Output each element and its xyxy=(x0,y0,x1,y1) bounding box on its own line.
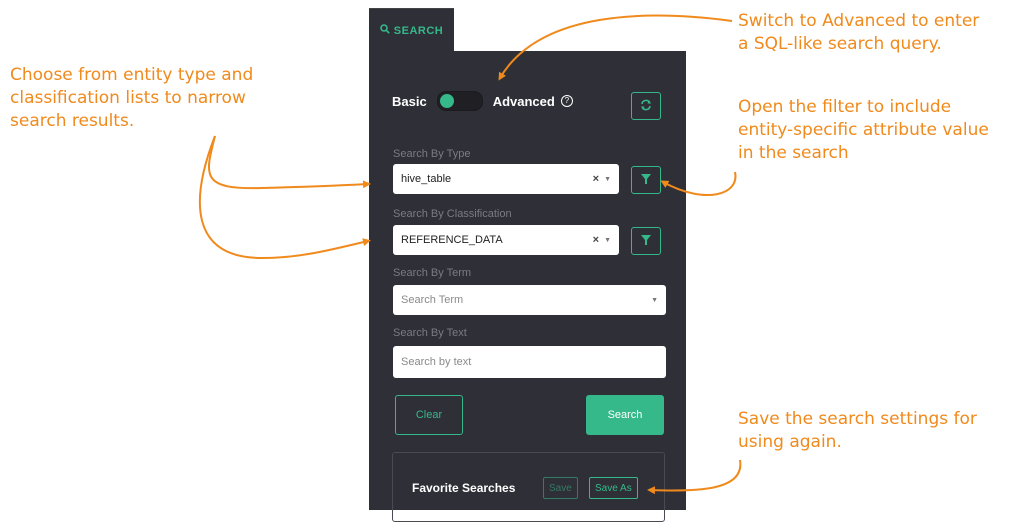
type-select[interactable]: hive_table × ▼ xyxy=(393,164,619,194)
annotation-line: search results. xyxy=(10,111,135,131)
mode-toggle-row: Basic Advanced ? xyxy=(392,91,573,111)
type-filter-button[interactable] xyxy=(631,166,661,194)
search-by-type-label: Search By Type xyxy=(393,148,471,160)
filter-icon xyxy=(641,232,651,250)
annotation-line: classification lists to narrow xyxy=(10,88,246,108)
basic-advanced-switch[interactable] xyxy=(436,91,483,111)
filter-icon xyxy=(641,171,651,189)
refresh-button[interactable] xyxy=(631,92,661,120)
annotation-line: Open the filter to include xyxy=(738,97,952,117)
annotation-line: in the search xyxy=(738,143,849,163)
annotation-line: Save the search settings for xyxy=(738,409,977,429)
help-icon[interactable]: ? xyxy=(560,95,573,107)
save-button[interactable]: Save xyxy=(543,477,578,499)
term-placeholder: Search Term xyxy=(401,294,464,306)
classification-select[interactable]: REFERENCE_DATA × ▼ xyxy=(393,225,619,255)
annotation-advanced: Switch to Advanced to enter a SQL-like s… xyxy=(738,10,979,56)
chevron-down-icon[interactable]: ▼ xyxy=(604,176,611,183)
advanced-label: Advanced xyxy=(492,93,555,109)
clear-button[interactable]: Clear xyxy=(395,395,463,435)
annotation-entity-lists: Choose from entity type and classificati… xyxy=(10,64,253,133)
term-select[interactable]: Search Term ▼ xyxy=(393,285,666,315)
basic-label: Basic xyxy=(392,93,427,109)
clear-classification-icon[interactable]: × xyxy=(593,234,599,246)
chevron-down-icon[interactable]: ▼ xyxy=(604,237,611,244)
annotation-line: entity-specific attribute value xyxy=(738,120,989,140)
search-by-term-label: Search By Term xyxy=(393,267,472,279)
save-as-button[interactable]: Save As xyxy=(589,477,638,499)
switch-knob xyxy=(439,94,454,108)
search-text-input[interactable] xyxy=(393,346,666,378)
classification-filter-button[interactable] xyxy=(631,227,661,255)
annotation-line: Choose from entity type and xyxy=(10,65,254,85)
favorite-searches-title: Favorite Searches xyxy=(412,481,516,495)
search-by-text-label: Search By Text xyxy=(393,327,467,339)
search-button[interactable]: Search xyxy=(586,395,664,435)
search-panel: Basic Advanced ? Search By Type hive_tab… xyxy=(369,51,686,522)
tab-label: SEARCH xyxy=(393,24,444,37)
refresh-icon xyxy=(640,99,652,114)
annotation-line: using again. xyxy=(738,432,842,452)
search-icon xyxy=(379,24,390,37)
annotation-save: Save the search settings for using again… xyxy=(738,408,977,454)
tab-search[interactable]: SEARCH xyxy=(369,8,454,52)
type-value: hive_table xyxy=(401,173,452,185)
annotation-filter: Open the filter to include entity-specif… xyxy=(738,96,989,165)
chevron-down-icon[interactable]: ▼ xyxy=(651,297,658,304)
favorite-searches-box: Favorite Searches Save Save As xyxy=(392,452,665,522)
search-by-classification-label: Search By Classification xyxy=(393,208,512,220)
clear-type-icon[interactable]: × xyxy=(593,173,599,185)
annotation-line: a SQL-like search query. xyxy=(738,34,942,54)
annotation-line: Switch to Advanced to enter xyxy=(738,11,980,31)
classification-value: REFERENCE_DATA xyxy=(401,234,503,246)
